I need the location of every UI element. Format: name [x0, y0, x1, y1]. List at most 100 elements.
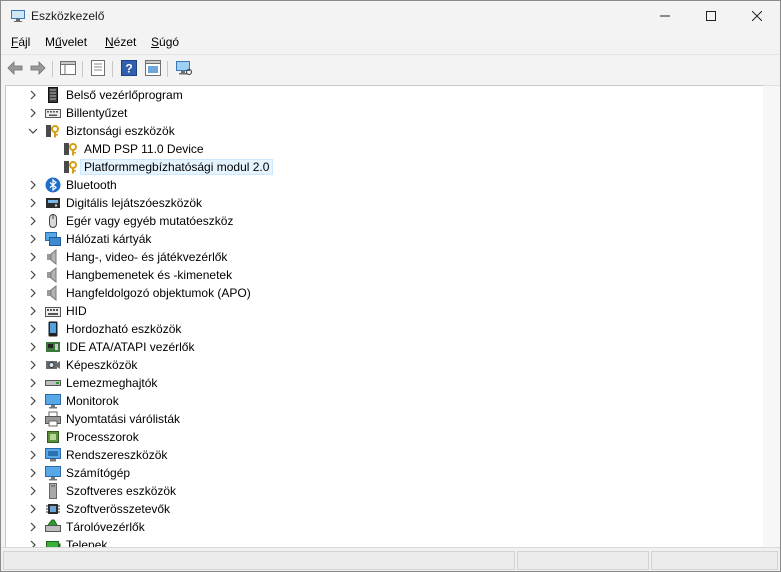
chevron-right-icon[interactable]: [27, 485, 39, 497]
tree-item-label: Hang-, video- és játékvezérlők: [66, 250, 228, 264]
software-device-icon: [45, 483, 61, 499]
update-driver-button[interactable]: [143, 59, 163, 79]
vertical-scrollbar[interactable]: [763, 85, 780, 548]
chevron-right-icon[interactable]: [27, 287, 39, 299]
chevron-down-icon[interactable]: [27, 125, 39, 137]
tree-category-item[interactable]: Képeszközök: [6, 356, 756, 374]
tree-item-label: Billentyűzet: [66, 106, 128, 120]
tree-child-item[interactable]: Platformmegbízhatósági modul 2.0: [6, 158, 756, 176]
firmware-icon: [45, 87, 61, 103]
chevron-right-icon[interactable]: [27, 521, 39, 533]
menu-action[interactable]: Művelet: [45, 35, 87, 49]
monitor-icon: [45, 393, 61, 409]
chevron-right-icon[interactable]: [27, 503, 39, 515]
tree-item-label: Nyomtatási várólisták: [66, 412, 181, 426]
tree-category-item[interactable]: Bluetooth: [6, 176, 756, 194]
chevron-right-icon[interactable]: [27, 251, 39, 263]
status-segment-3: [651, 551, 778, 570]
tree-category-item[interactable]: Hordozható eszközök: [6, 320, 756, 338]
properties-button[interactable]: [88, 59, 108, 79]
scan-hardware-button[interactable]: [174, 59, 194, 79]
tree-item-label: Bluetooth: [66, 178, 117, 192]
tree-category-item[interactable]: Rendszereszközök: [6, 446, 756, 464]
device-manager-app-icon: [11, 10, 25, 22]
menu-help[interactable]: Súgó: [151, 35, 179, 49]
scan-hardware-icon: [175, 60, 193, 79]
system-device-icon: [45, 447, 61, 463]
toolbar-separator: [112, 61, 113, 77]
close-button[interactable]: [734, 1, 780, 32]
minimize-button[interactable]: [642, 1, 688, 32]
software-component-icon: [45, 501, 61, 517]
console-tree-button[interactable]: [58, 59, 78, 79]
chevron-right-icon[interactable]: [27, 359, 39, 371]
chevron-right-icon[interactable]: [27, 431, 39, 443]
tree-category-item[interactable]: Hangfeldolgozó objektumok (APO): [6, 284, 756, 302]
chevron-right-icon[interactable]: [27, 107, 39, 119]
tree-item-label: Tárolóvezérlők: [66, 520, 145, 534]
tree-category-item[interactable]: Monitorok: [6, 392, 756, 410]
chevron-right-icon[interactable]: [27, 305, 39, 317]
tree-item-label: AMD PSP 11.0 Device: [84, 142, 204, 156]
tree-item-label: Belső vezérlőprogram: [66, 88, 183, 102]
device-tree[interactable]: Belső vezérlőprogram Billentyűzet Biztonsá…: [5, 85, 765, 548]
tree-item-label: Biztonsági eszközök: [66, 124, 175, 138]
chevron-right-icon[interactable]: [27, 413, 39, 425]
tree-category-item[interactable]: Szoftverösszetevők: [6, 500, 756, 518]
keyboard-icon: [45, 105, 61, 121]
tree-category-item[interactable]: Hangbemenetek és -kimenetek: [6, 266, 756, 284]
tree-child-item[interactable]: AMD PSP 11.0 Device: [6, 140, 756, 158]
tree-item-label: Rendszereszközök: [66, 448, 168, 462]
menu-view[interactable]: Nézet: [105, 35, 136, 49]
tree-category-item[interactable]: Számítógép: [6, 464, 756, 482]
forward-button[interactable]: [28, 59, 48, 79]
help-button[interactable]: ?: [119, 59, 139, 79]
tree-category-item[interactable]: Belső vezérlőprogram: [6, 86, 756, 104]
chevron-right-icon[interactable]: [27, 467, 39, 479]
chevron-right-icon[interactable]: [27, 197, 39, 209]
tree-item-label: Monitorok: [66, 394, 119, 408]
chevron-right-icon[interactable]: [27, 395, 39, 407]
ide-controller-icon: [45, 339, 61, 355]
chevron-right-icon[interactable]: [27, 179, 39, 191]
tree-item-label: Digitális lejátszóeszközök: [66, 196, 203, 210]
tree-category-item[interactable]: Tárolóvezérlők: [6, 518, 756, 536]
tree-category-item[interactable]: Biztonsági eszközök: [6, 122, 756, 140]
maximize-button[interactable]: [688, 1, 734, 32]
properties-icon: [91, 59, 105, 79]
computer-icon: [45, 465, 61, 481]
chevron-right-icon[interactable]: [27, 89, 39, 101]
chevron-right-icon[interactable]: [27, 341, 39, 353]
close-icon: [751, 10, 763, 24]
chevron-right-icon[interactable]: [27, 377, 39, 389]
tree-item-label: Hangbemenetek és -kimenetek: [66, 268, 233, 282]
tree-category-item[interactable]: IDE ATA/ATAPI vezérlők: [6, 338, 756, 356]
printer-icon: [45, 411, 61, 427]
tree-category-item[interactable]: Hálózati kártyák: [6, 230, 756, 248]
tree-category-item[interactable]: Processzorok: [6, 428, 756, 446]
chevron-right-icon[interactable]: [27, 233, 39, 245]
tree-category-item[interactable]: Egér vagy egyéb mutatóeszköz: [6, 212, 756, 230]
processor-icon: [45, 429, 61, 445]
show-hide-console-tree-icon: [60, 60, 76, 78]
back-button[interactable]: [5, 59, 25, 79]
title-bar[interactable]: Eszközkezelő: [1, 1, 780, 32]
chevron-right-icon[interactable]: [27, 269, 39, 281]
chevron-right-icon[interactable]: [27, 323, 39, 335]
tree-item-label: Platformmegbízhatósági modul 2.0: [79, 159, 274, 175]
menu-file[interactable]: Fájl: [11, 35, 30, 49]
tree-category-item[interactable]: Billentyűzet: [6, 104, 756, 122]
tree-category-item[interactable]: Lemezmeghajtók: [6, 374, 756, 392]
tree-category-item[interactable]: Szoftveres eszközök: [6, 482, 756, 500]
portable-device-icon: [45, 321, 61, 337]
tree-category-item[interactable]: Nyomtatási várólisták: [6, 410, 756, 428]
tree-item-label: Képeszközök: [66, 358, 138, 372]
status-segment-main: [3, 551, 515, 570]
security-key-icon: [63, 159, 79, 175]
network-adapter-icon: [45, 231, 61, 247]
chevron-right-icon[interactable]: [27, 449, 39, 461]
chevron-right-icon[interactable]: [27, 215, 39, 227]
tree-category-item[interactable]: Digitális lejátszóeszközök: [6, 194, 756, 212]
tree-category-item[interactable]: Hang-, video- és játékvezérlők: [6, 248, 756, 266]
tree-category-item[interactable]: HID: [6, 302, 756, 320]
